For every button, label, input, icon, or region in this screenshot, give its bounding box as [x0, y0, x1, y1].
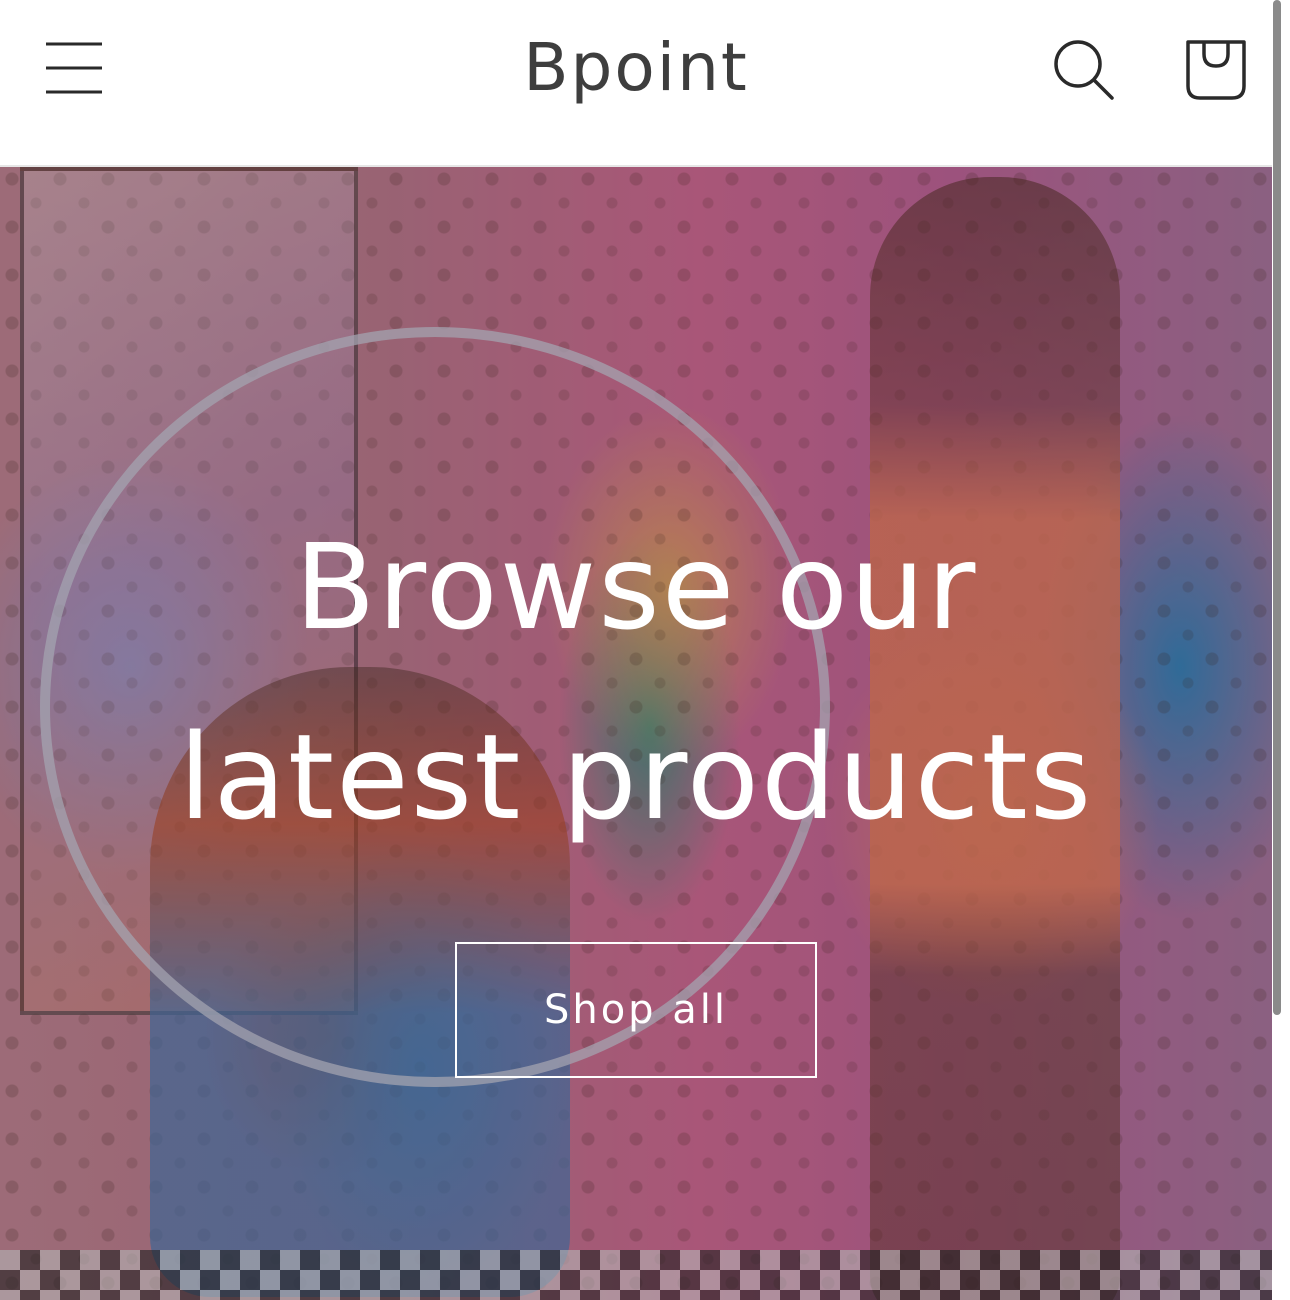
site-header: Bpoint	[0, 0, 1272, 167]
search-button[interactable]	[1050, 36, 1118, 104]
scrollbar-thumb[interactable]	[1273, 0, 1281, 1015]
cart-button[interactable]	[1182, 34, 1252, 104]
hero-content: Browse our latest products Shop all	[0, 492, 1272, 1078]
shopping-bag-icon	[1182, 40, 1252, 108]
hero-heading: Browse our latest products	[0, 492, 1272, 872]
search-icon	[1050, 40, 1118, 108]
hero-heading-line2: latest products	[178, 708, 1094, 846]
hero-heading-line1: Browse our	[294, 518, 978, 656]
page: Bpoint Browse our latest products Shop a…	[0, 0, 1290, 1300]
hero-banner: Browse our latest products Shop all	[0, 167, 1272, 1300]
scrollbar[interactable]	[1272, 0, 1290, 1300]
shop-all-button[interactable]: Shop all	[455, 942, 817, 1078]
